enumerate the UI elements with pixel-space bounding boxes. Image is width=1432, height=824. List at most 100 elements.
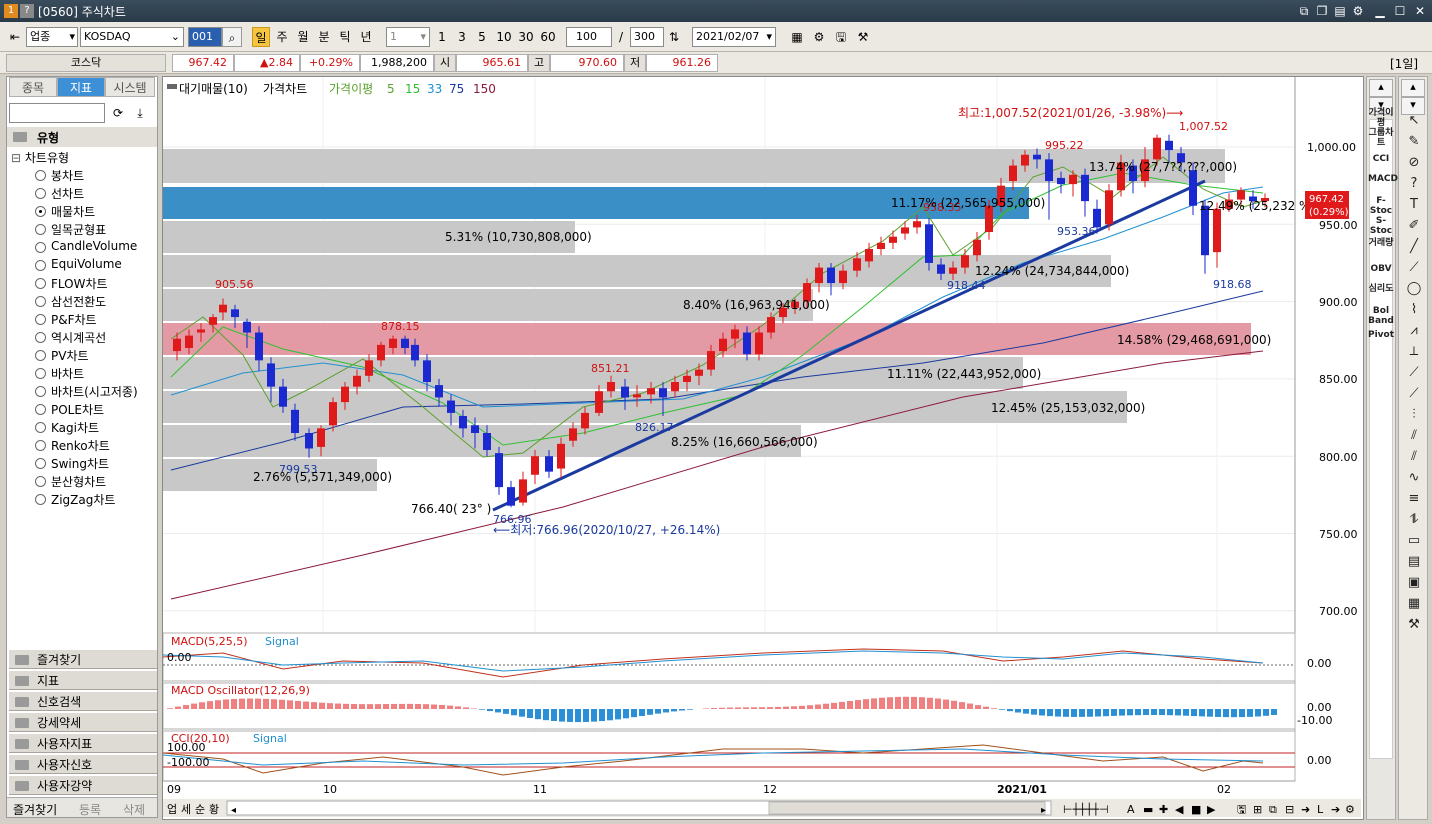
save-icon[interactable]: 🖫 bbox=[832, 27, 850, 47]
download-icon[interactable]: ⤓ bbox=[131, 103, 149, 123]
folder-strength[interactable]: 강세약세 bbox=[9, 712, 157, 732]
interval-3[interactable]: 3 bbox=[454, 27, 470, 47]
drawing-tool-icon[interactable]: ⫽ bbox=[1401, 426, 1427, 446]
scroll-up-icon[interactable]: ▴ bbox=[1369, 79, 1393, 97]
folder-user-strength[interactable]: 사용자강약 bbox=[9, 775, 157, 795]
date-select[interactable]: 2021/02/07 ▾ bbox=[692, 27, 776, 47]
indicator-quick-button[interactable]: 거래량 bbox=[1368, 238, 1394, 248]
radio-icon[interactable] bbox=[35, 494, 46, 505]
drawing-tool-icon[interactable]: ✐ bbox=[1401, 216, 1427, 236]
drawing-tool-icon[interactable]: ⟋ bbox=[1401, 363, 1427, 383]
right-scroll[interactable]: ▴ ▾ bbox=[1366, 76, 1396, 820]
first-icon[interactable]: ⇤ bbox=[6, 27, 24, 47]
period-day[interactable]: 일 bbox=[252, 27, 270, 47]
period-tick[interactable]: 틱 bbox=[336, 27, 354, 47]
radio-icon[interactable] bbox=[35, 476, 46, 487]
drawing-tool-icon[interactable]: ⩘ bbox=[1401, 321, 1427, 341]
drawing-tool-icon[interactable]: ⫽ bbox=[1401, 447, 1427, 467]
indicator-quick-button[interactable]: CCI bbox=[1368, 154, 1394, 164]
drawing-tool-icon[interactable]: ✎ bbox=[1401, 132, 1427, 152]
drawing-tool-icon[interactable]: ↖ bbox=[1401, 111, 1427, 131]
radio-icon[interactable] bbox=[35, 332, 46, 343]
radio-icon[interactable] bbox=[35, 260, 46, 271]
indicator-quick-button[interactable]: 가격이평 bbox=[1368, 108, 1394, 128]
radio-icon[interactable] bbox=[35, 278, 46, 289]
config-icon[interactable]: ⚙ bbox=[810, 27, 828, 47]
market-type-select[interactable]: 업종 ▾ bbox=[26, 27, 78, 47]
drawing-tool-icon[interactable]: ⊘ bbox=[1401, 153, 1427, 173]
footer-delete[interactable]: 삭제 bbox=[123, 801, 145, 818]
radio-icon[interactable] bbox=[35, 404, 46, 415]
interval-1[interactable]: 1 bbox=[434, 27, 450, 47]
folder-favorites[interactable]: 즐겨찾기 bbox=[9, 649, 157, 669]
period-month[interactable]: 월 bbox=[294, 27, 312, 47]
drawing-tool-icon[interactable]: T bbox=[1401, 195, 1427, 215]
maximize-icon[interactable]: ☐ bbox=[1392, 3, 1408, 19]
drawing-tool-icon[interactable]: ▣ bbox=[1401, 573, 1427, 593]
radio-icon[interactable] bbox=[35, 188, 46, 199]
radio-icon[interactable] bbox=[35, 314, 46, 325]
window-list-icon[interactable]: ▤ bbox=[1332, 3, 1348, 19]
interval-60[interactable]: 60 bbox=[538, 27, 558, 47]
folder-indicators[interactable]: 지표 bbox=[9, 670, 157, 690]
spin-icon[interactable]: ⇅ bbox=[666, 27, 682, 47]
market-select[interactable]: KOSDAQ ⌄ bbox=[80, 27, 184, 47]
minimize-icon[interactable]: ▁ bbox=[1372, 3, 1388, 19]
tab-indicator[interactable]: 지표 bbox=[57, 77, 105, 97]
help-icon[interactable]: ? bbox=[20, 4, 34, 18]
period-year[interactable]: 년 bbox=[357, 27, 375, 47]
radio-icon[interactable] bbox=[35, 386, 46, 397]
total-input[interactable]: 300 bbox=[630, 27, 664, 47]
indicator-quick-button[interactable]: 그룹차트 bbox=[1368, 128, 1394, 148]
drawing-tool-icon[interactable]: ◯ bbox=[1401, 279, 1427, 299]
code-input[interactable]: 001 bbox=[188, 27, 222, 47]
refresh-icon[interactable]: ⟳ bbox=[109, 103, 127, 123]
drawing-tool-icon[interactable]: ⟋ bbox=[1401, 258, 1427, 278]
drawing-tool-icon[interactable]: ▦ bbox=[1401, 594, 1427, 614]
footer-register[interactable]: 등록 bbox=[79, 801, 101, 818]
chart-icon[interactable]: ▦ bbox=[788, 27, 806, 47]
folder-user-indicators[interactable]: 사용자지표 bbox=[9, 733, 157, 753]
radio-icon[interactable] bbox=[35, 206, 46, 217]
tools-up-icon[interactable]: ▴ bbox=[1401, 79, 1425, 97]
indicator-quick-button[interactable]: Pivot bbox=[1368, 330, 1394, 340]
chart-canvas[interactable]: 대기매물(10) 가격차트 가격이평 5 15 33 75 150 최고:1,0… bbox=[162, 77, 1363, 819]
radio-icon[interactable] bbox=[35, 368, 46, 379]
indicator-search-input[interactable] bbox=[9, 103, 105, 123]
radio-icon[interactable] bbox=[35, 224, 46, 235]
search-icon[interactable]: ⌕ bbox=[222, 27, 242, 47]
chart-type-group[interactable]: ⊟ 차트유형 bbox=[11, 149, 69, 166]
indicator-quick-button[interactable]: F-Stoc bbox=[1368, 196, 1394, 216]
drawing-tool-icon[interactable]: ⫶ bbox=[1401, 405, 1427, 425]
copy-icon[interactable]: ❐ bbox=[1314, 3, 1330, 19]
drawing-tool-icon[interactable]: ≡ bbox=[1401, 489, 1427, 509]
radio-icon[interactable] bbox=[35, 296, 46, 307]
interval-5[interactable]: 5 bbox=[474, 27, 490, 47]
section-header[interactable]: 유형 bbox=[7, 127, 157, 147]
period-week[interactable]: 주 bbox=[273, 27, 291, 47]
link-icon[interactable]: ⧉ bbox=[1296, 3, 1312, 19]
window-number-icon[interactable]: 1 bbox=[4, 4, 18, 18]
footer-favorites[interactable]: 즐겨찾기 bbox=[13, 801, 57, 818]
radio-icon[interactable] bbox=[35, 440, 46, 451]
drawing-tool-icon[interactable]: ▭ bbox=[1401, 531, 1427, 551]
indicator-quick-button[interactable]: OBV bbox=[1368, 264, 1394, 274]
drawing-tool-icon[interactable]: ⚒ bbox=[1401, 615, 1427, 635]
drawing-tool-icon[interactable]: ⌇ bbox=[1401, 300, 1427, 320]
interval-select[interactable]: 1 ▾ bbox=[386, 27, 430, 47]
drawing-tool-icon[interactable]: ╱ bbox=[1401, 237, 1427, 257]
tab-system[interactable]: 시스템 bbox=[105, 77, 155, 97]
drawing-tool-icon[interactable]: ⟋ bbox=[1401, 384, 1427, 404]
radio-icon[interactable] bbox=[35, 170, 46, 181]
settings-icon[interactable]: ⚙ bbox=[1350, 3, 1366, 19]
indicator-quick-button[interactable]: S-Stoc bbox=[1368, 216, 1394, 236]
interval-10[interactable]: 10 bbox=[494, 27, 514, 47]
chart-panel[interactable]: 대기매물(10) 가격차트 가격이평 5 15 33 75 150 최고:1,0… bbox=[162, 76, 1364, 820]
drawing-tool-icon[interactable]: ⟂ bbox=[1401, 342, 1427, 362]
folder-signal-search[interactable]: 신호검색 bbox=[9, 691, 157, 711]
indicator-quick-button[interactable]: MACD bbox=[1368, 174, 1398, 184]
tools-icon[interactable]: ⚒ bbox=[854, 27, 872, 47]
count-input[interactable]: 100 bbox=[566, 27, 612, 47]
drawing-tool-icon[interactable]: ⥮ bbox=[1401, 510, 1427, 530]
tab-stock[interactable]: 종목 bbox=[9, 77, 57, 97]
